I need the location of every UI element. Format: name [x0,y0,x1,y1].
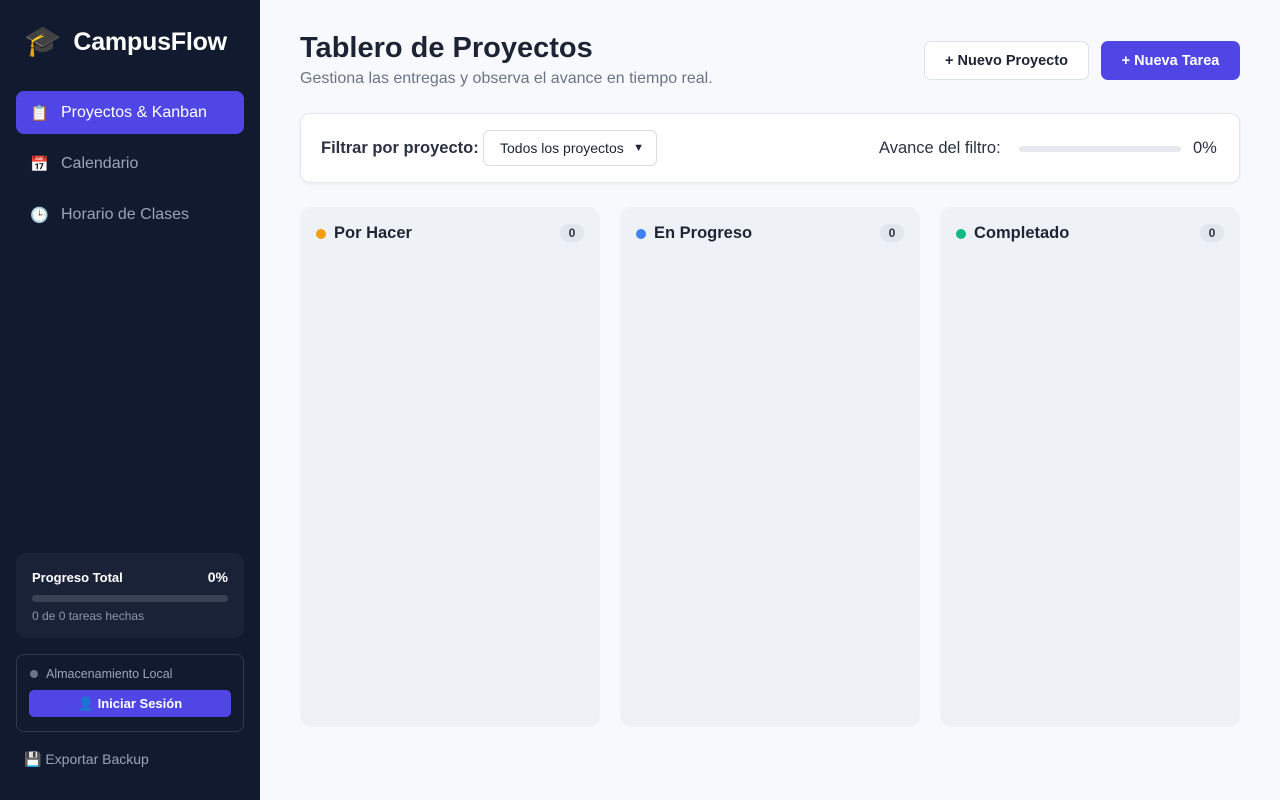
storage-card: Almacenamiento Local 👤 Iniciar Sesión [16,654,244,732]
sidebar-item-calendar[interactable]: 📅 Calendario [16,142,244,185]
login-button[interactable]: 👤 Iniciar Sesión [29,690,231,717]
filter-progress-label: Avance del filtro: [879,139,1001,157]
clipboard-icon: 📋 [30,104,49,122]
sidebar-item-label: Calendario [61,154,139,172]
project-filter-select[interactable]: Todos los proyectos ▼ [483,130,657,166]
filter-progress-bar [1019,146,1181,152]
storage-status-dot [30,670,38,678]
kanban-column-done[interactable]: Completado 0 [940,207,1240,727]
new-project-button[interactable]: + Nuevo Proyecto [924,41,1089,80]
column-title: En Progreso [654,224,753,242]
sidebar-item-label: Horario de Clases [61,205,190,223]
sidebar: 🎓 CampusFlow 📋 Proyectos & Kanban 📅 Cale… [0,0,260,800]
sidebar-item-class-schedule[interactable]: 🕒 Horario de Clases [16,193,244,236]
export-backup-link[interactable]: 💾 Exportar Backup [24,751,149,768]
filter-label: Filtrar por proyecto: [321,139,479,157]
total-progress-subtitle: 0 de 0 tareas hechas [32,609,145,623]
page-subtitle: Gestiona las entregas y observa el avanc… [300,70,713,87]
filter-progress-percent: 0% [1193,139,1217,157]
page-title: Tablero de Proyectos [300,32,593,64]
column-status-dot [316,228,326,239]
new-task-button[interactable]: + Nueva Tarea [1101,41,1240,80]
column-count-badge: 0 [1200,224,1224,242]
total-progress-card: Progreso Total 0% 0 de 0 tareas hechas [16,553,244,638]
calendar-icon: 📅 [30,155,49,173]
sidebar-item-label: Proyectos & Kanban [61,103,207,121]
graduation-cap-icon: 🎓 [24,25,62,58]
sidebar-nav: 📋 Proyectos & Kanban 📅 Calendario 🕒 Hora… [16,91,244,244]
column-status-dot [636,228,646,239]
sidebar-item-projects-kanban[interactable]: 📋 Proyectos & Kanban [16,91,244,134]
total-progress-percent: 0% [207,569,228,585]
clock-icon: 🕒 [30,206,49,224]
kanban-column-in-progress[interactable]: En Progreso 0 [620,207,920,727]
column-count-badge: 0 [560,224,584,242]
column-title: Completado [974,224,1070,242]
filter-card: Filtrar por proyecto: Todos los proyecto… [300,113,1240,183]
chevron-down-icon: ▼ [633,142,644,154]
column-status-dot [956,228,966,239]
kanban-column-todo[interactable]: Por Hacer 0 [300,207,600,727]
brand[interactable]: 🎓 CampusFlow [24,26,227,58]
column-title: Por Hacer [334,224,412,242]
storage-label: Almacenamiento Local [46,667,173,681]
app-name: CampusFlow [73,27,227,56]
total-progress-title: Progreso Total [32,569,123,585]
total-progress-bar [32,595,228,602]
filter-selected-value: Todos los proyectos [500,140,624,156]
column-count-badge: 0 [880,224,904,242]
